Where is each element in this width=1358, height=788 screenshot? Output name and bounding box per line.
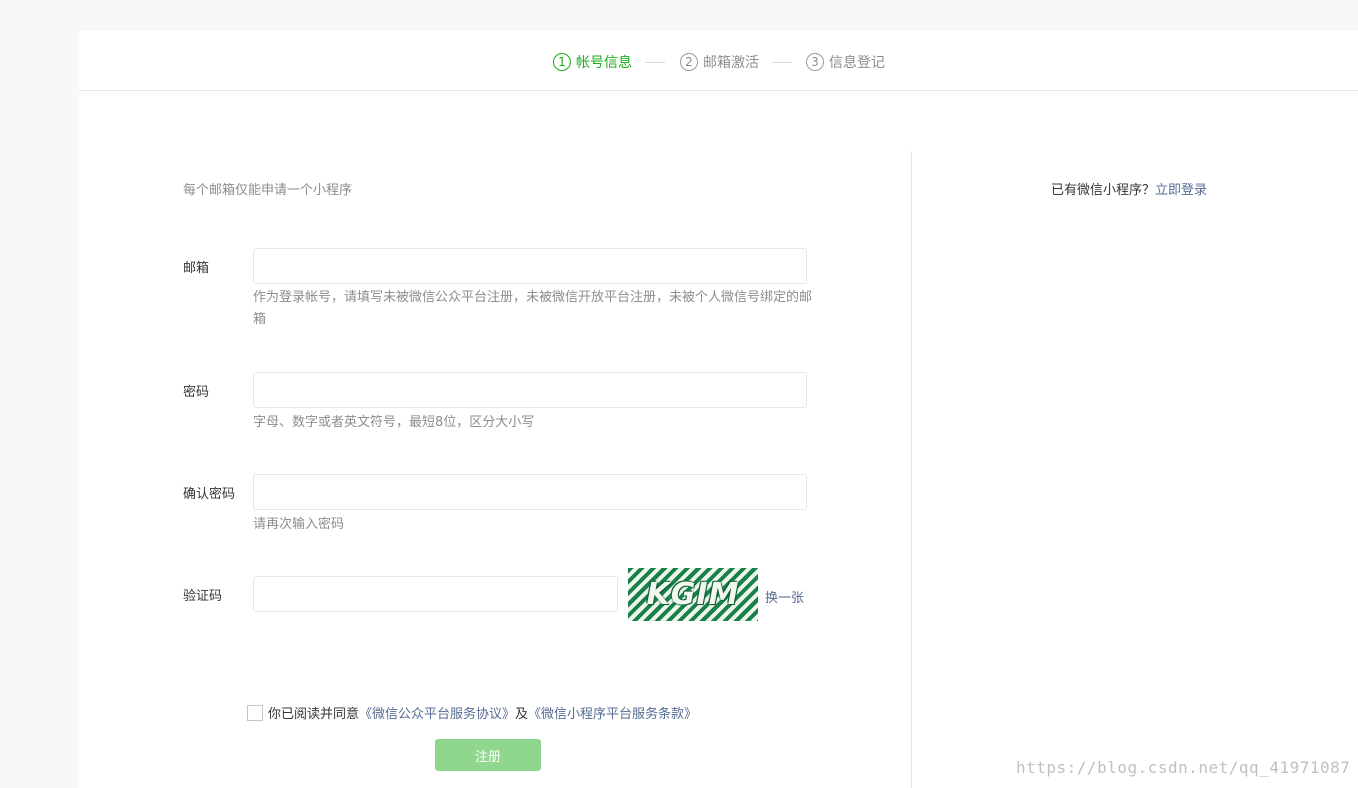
password-field-wrapper	[253, 372, 807, 408]
email-label: 邮箱	[183, 261, 210, 276]
email-hint: 作为登录帐号，请填写未被微信公众平台注册，未被微信开放平台注册，未被个人微信号绑…	[253, 290, 813, 327]
refresh-captcha-link[interactable]: 换一张	[765, 587, 804, 606]
step-number-2: 2	[680, 53, 698, 71]
step-number-1: 1	[553, 53, 571, 71]
step-account-info: 1 帐号信息	[553, 52, 632, 72]
step-label-2: 邮箱激活	[703, 55, 759, 71]
captcha-field-wrapper	[253, 576, 618, 612]
existing-account-question: 已有微信小程序？	[1051, 183, 1156, 198]
miniprogram-terms-link[interactable]: 《微信小程序平台服务条款》	[528, 703, 697, 722]
steps-bar: 1 帐号信息 2 邮箱激活 3 信息登记	[79, 31, 1358, 91]
confirm-password-label: 确认密码	[183, 487, 236, 502]
step-info-registration: 3 信息登记	[806, 52, 885, 72]
agreement-row: 你已阅读并同意 《微信公众平台服务协议》 及 《微信小程序平台服务条款》	[247, 703, 697, 722]
email-field-wrapper	[253, 248, 807, 284]
step-label-3: 信息登记	[829, 55, 885, 71]
agreement-checkbox[interactable]	[247, 704, 263, 721]
existing-account-prompt: 已有微信小程序？立即登录	[1051, 179, 1207, 198]
confirm-password-hint: 请再次输入密码	[253, 517, 345, 532]
login-link[interactable]: 立即登录	[1155, 183, 1207, 198]
agreement-middle: 及	[515, 707, 529, 722]
form-tip: 每个邮箱仅能申请一个小程序	[183, 183, 353, 198]
step-number-3: 3	[806, 53, 824, 71]
captcha-code: KGIM	[646, 577, 740, 612]
watermark: https://blog.csdn.net/qq_41971087	[1016, 758, 1351, 777]
agreement-prefix: 你已阅读并同意	[268, 707, 360, 722]
email-field[interactable]	[254, 249, 806, 283]
password-label: 密码	[183, 385, 210, 400]
captcha-input[interactable]	[254, 577, 617, 611]
step-separator	[772, 62, 792, 63]
confirm-password-field-wrapper	[253, 474, 807, 510]
service-agreement-link[interactable]: 《微信公众平台服务协议》	[359, 703, 515, 722]
step-separator	[645, 62, 665, 63]
password-hint: 字母、数字或者英文符号，最短8位，区分大小写	[253, 415, 535, 430]
password-field[interactable]	[254, 373, 806, 407]
step-label-1: 帐号信息	[576, 55, 632, 71]
step-email-activation: 2 邮箱激活	[680, 52, 759, 72]
confirm-password-field[interactable]	[254, 475, 806, 509]
register-button[interactable]: 注册	[435, 739, 541, 771]
captcha-label: 验证码	[183, 589, 223, 604]
vertical-divider	[911, 151, 912, 788]
register-card: 1 帐号信息 2 邮箱激活 3 信息登记 每个邮箱仅能申请一个小程序 已有微信小…	[79, 31, 1358, 788]
captcha-image[interactable]: KGIM	[628, 568, 758, 621]
